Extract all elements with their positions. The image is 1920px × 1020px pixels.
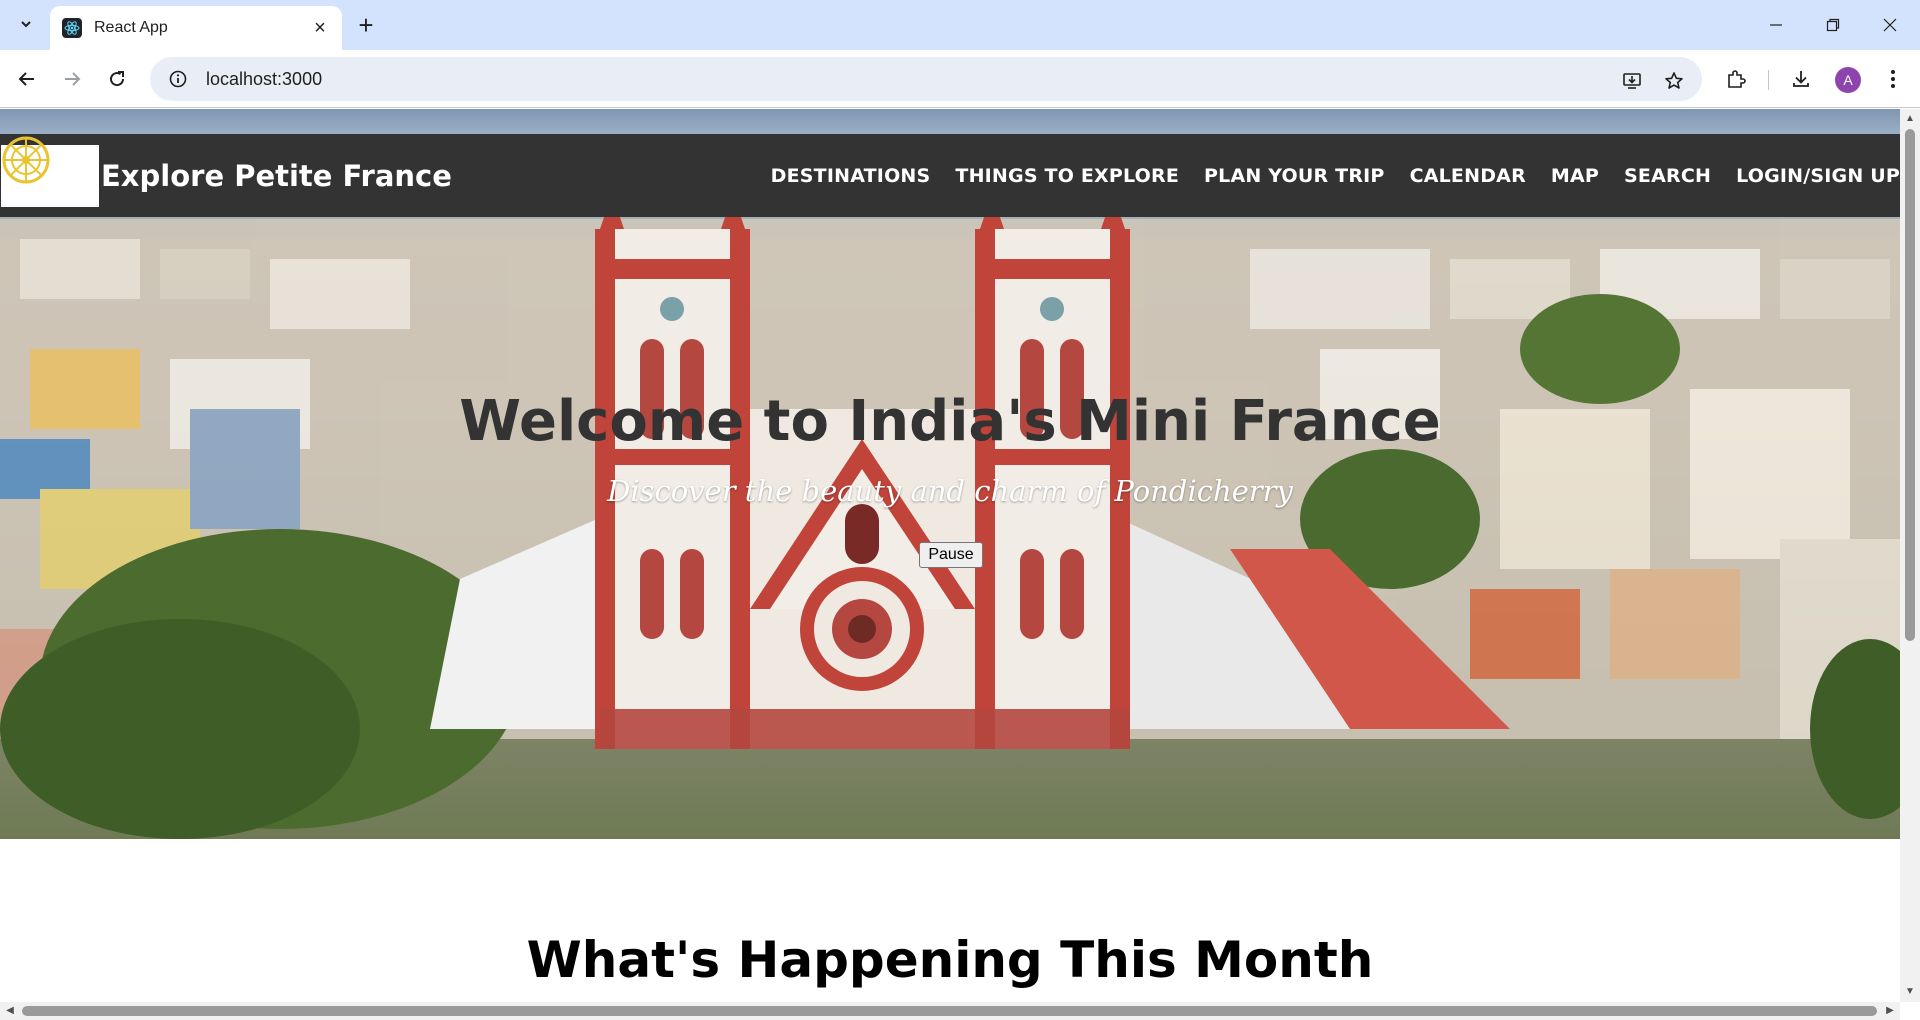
nav-login-signup[interactable]: LOGIN/SIGN UP xyxy=(1736,165,1900,187)
info-icon[interactable] xyxy=(158,70,198,88)
close-window-icon[interactable] xyxy=(1870,10,1910,40)
extensions-icon[interactable] xyxy=(1721,64,1751,94)
reload-icon[interactable] xyxy=(100,62,134,96)
url-text: localhost:3000 xyxy=(206,68,323,89)
browser-tab[interactable]: React App × xyxy=(50,6,342,50)
nav-destinations[interactable]: DESTINATIONS xyxy=(771,165,931,187)
back-icon[interactable] xyxy=(10,62,44,96)
dharma-wheel-icon xyxy=(2,136,50,184)
scroll-right-icon[interactable]: ▶ xyxy=(1884,1005,1896,1017)
close-icon[interactable]: × xyxy=(308,16,332,40)
browser-tab-strip: React App × + xyxy=(0,0,1920,50)
minimize-icon[interactable] xyxy=(1756,10,1796,40)
scroll-up-icon[interactable]: ▲ xyxy=(1904,113,1916,125)
star-icon[interactable] xyxy=(1660,67,1688,95)
plus-icon[interactable]: + xyxy=(352,10,380,40)
nav-plan-your-trip[interactable]: PLAN YOUR TRIP xyxy=(1204,165,1385,187)
nav-things-to-explore[interactable]: THINGS TO EXPLORE xyxy=(955,165,1179,187)
main-nav: DESTINATIONS THINGS TO EXPLORE PLAN YOUR… xyxy=(746,134,1900,217)
section-title: What's Happening This Month xyxy=(526,931,1374,989)
nav-calendar[interactable]: CALENDAR xyxy=(1410,165,1526,187)
download-icon[interactable] xyxy=(1786,64,1816,94)
address-bar[interactable]: localhost:3000 xyxy=(150,57,1702,101)
hero-subtitle: Discover the beauty and charm of Pondich… xyxy=(607,474,1293,508)
horizontal-scrollbar[interactable]: ◀ ▶ xyxy=(0,1002,1900,1020)
hero-video: Explore Petite France DESTINATIONS THING… xyxy=(0,109,1900,839)
pause-button[interactable]: Pause xyxy=(919,542,983,568)
nav-map[interactable]: MAP xyxy=(1551,165,1599,187)
tab-title: React App xyxy=(94,19,168,36)
nav-search[interactable]: SEARCH xyxy=(1624,165,1711,187)
vertical-scrollbar[interactable]: ▲ ▼ xyxy=(1900,109,1920,1002)
toolbar-divider xyxy=(1768,70,1769,90)
restore-icon[interactable] xyxy=(1813,10,1853,40)
vertical-scroll-thumb[interactable] xyxy=(1905,129,1915,641)
hero-title: Welcome to India's Mini France xyxy=(459,389,1441,454)
page-viewport: Explore Petite France DESTINATIONS THING… xyxy=(0,109,1900,1002)
scroll-down-icon[interactable]: ▼ xyxy=(1904,986,1916,998)
site-logo[interactable] xyxy=(1,136,99,207)
install-icon[interactable] xyxy=(1618,67,1646,95)
tab-list-icon[interactable] xyxy=(12,10,40,38)
forward-icon[interactable] xyxy=(55,62,89,96)
site-title[interactable]: Explore Petite France xyxy=(101,159,452,193)
profile-avatar[interactable]: A xyxy=(1835,67,1861,93)
browser-toolbar: localhost:3000 xyxy=(0,50,1920,108)
site-header: Explore Petite France DESTINATIONS THING… xyxy=(0,134,1900,217)
horizontal-scroll-thumb[interactable] xyxy=(22,1006,1877,1016)
menu-icon[interactable] xyxy=(1878,64,1908,94)
scroll-left-icon[interactable]: ◀ xyxy=(4,1005,16,1017)
react-logo-icon xyxy=(62,18,82,38)
